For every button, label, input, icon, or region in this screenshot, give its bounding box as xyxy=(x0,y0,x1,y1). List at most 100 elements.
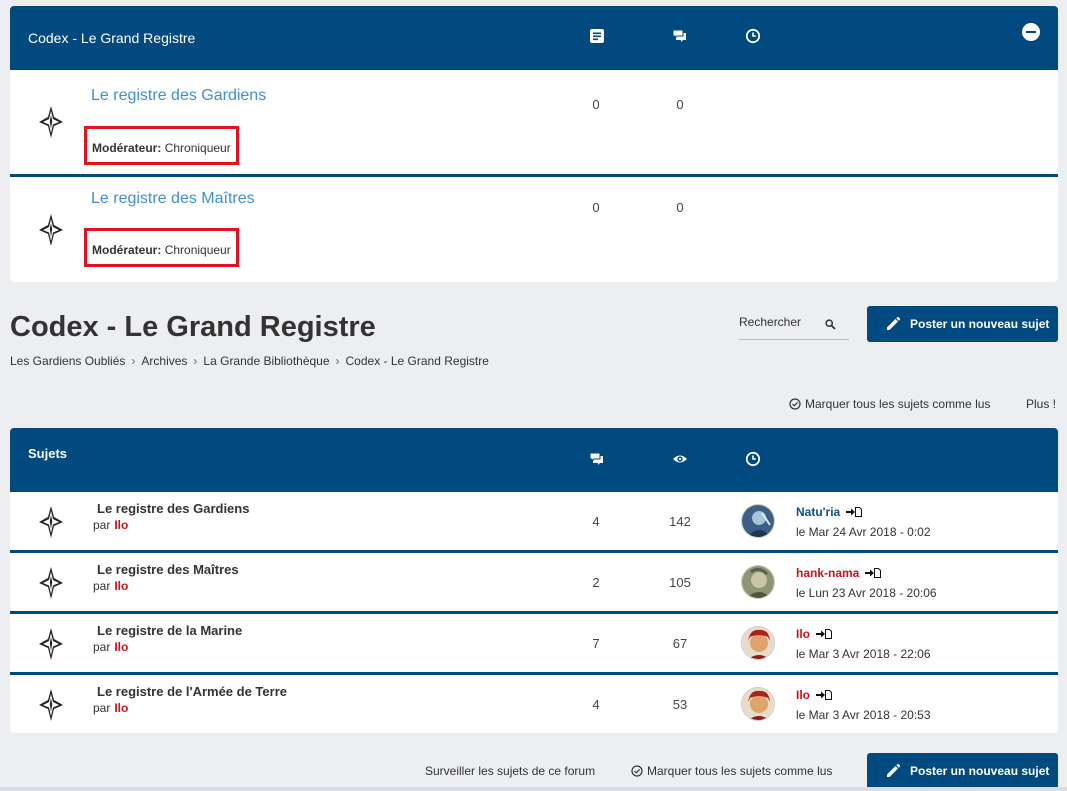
subforums-header: Codex - Le Grand Registre xyxy=(10,6,1058,70)
forum-row: Le registre des Gardiens Modérateur: Chr… xyxy=(10,70,1058,174)
forum-topics-count: 0 xyxy=(592,97,600,112)
footer-post-new-topic-button[interactable]: Poster un nouveau sujet xyxy=(867,753,1058,789)
topic-author-line: par Ilo xyxy=(93,701,128,715)
last-post-date: le Mar 3 Avr 2018 - 22:06 xyxy=(796,647,931,661)
forum-posts-count: 0 xyxy=(676,200,684,215)
more-link[interactable]: Plus ! xyxy=(1026,397,1056,411)
last-post-date: le Lun 23 Avr 2018 - 20:06 xyxy=(796,586,937,600)
last-post-date: le Mar 24 Avr 2018 - 0:02 xyxy=(796,525,931,539)
views-icon xyxy=(672,451,688,467)
avatar[interactable] xyxy=(741,626,775,660)
topic-title-link[interactable]: Le registre des Gardiens xyxy=(97,501,249,516)
search-box xyxy=(739,307,849,340)
topics-panel: Sujets Le registre des Gardiens par Ilo 4… xyxy=(10,428,1058,733)
topic-emblem-icon xyxy=(38,566,64,600)
topic-emblem-icon xyxy=(38,627,64,661)
replies-count: 4 xyxy=(592,697,600,712)
footer-mark-all-read-link[interactable]: Marquer tous les sujets comme lus xyxy=(631,764,832,780)
replies-count: 4 xyxy=(592,514,600,529)
go-to-last-post-icon[interactable] xyxy=(816,689,832,703)
search-input[interactable] xyxy=(739,315,819,329)
breadcrumb-item[interactable]: Codex - Le Grand Registre xyxy=(346,354,489,368)
post-new-topic-button[interactable]: Poster un nouveau sujet xyxy=(867,306,1058,342)
forum-posts-count: 0 xyxy=(676,97,684,112)
pencil-icon xyxy=(885,763,901,782)
chevron-right-icon: › xyxy=(131,354,136,368)
moderator-name[interactable]: Chroniqueur xyxy=(165,243,231,257)
topic-author-link[interactable]: Ilo xyxy=(114,640,128,654)
post-button-label: Poster un nouveau sujet xyxy=(910,317,1050,331)
watch-topics-link[interactable]: Surveiller les sujets de ce forum xyxy=(425,764,595,778)
chevron-right-icon: › xyxy=(335,354,340,368)
last-poster-link[interactable]: Natu'ria xyxy=(796,505,863,520)
pencil-icon xyxy=(885,316,901,335)
posts-icon xyxy=(672,28,688,44)
last-poster-name: Ilo xyxy=(796,627,810,641)
forum-row: Le registre des Maîtres Modérateur: Chro… xyxy=(10,174,1058,282)
replies-icon xyxy=(589,451,605,467)
moderator-label: Modérateur: xyxy=(92,243,162,257)
topic-author-link[interactable]: Ilo xyxy=(114,579,128,593)
last-poster-link[interactable]: hank-nama xyxy=(796,566,882,581)
moderator-label: Modérateur: xyxy=(92,141,162,155)
mark-all-read-link[interactable]: Marquer tous les sujets comme lus xyxy=(789,397,990,413)
go-to-last-post-icon[interactable] xyxy=(816,628,832,642)
forum-topics-count: 0 xyxy=(592,200,600,215)
check-circle-icon xyxy=(789,398,801,413)
subforums-panel-title: Codex - Le Grand Registre xyxy=(28,30,196,46)
by-label: par xyxy=(93,579,111,593)
topics-header: Sujets xyxy=(10,428,1058,492)
go-to-last-post-icon[interactable] xyxy=(846,506,863,520)
views-count: 67 xyxy=(672,636,688,651)
last-poster-name: hank-nama xyxy=(796,566,860,580)
topic-title-link[interactable]: Le registre de la Marine xyxy=(97,623,242,638)
last-poster-name: Natu'ria xyxy=(796,505,841,519)
breadcrumb-item[interactable]: Archives xyxy=(141,354,187,368)
post-button-label: Poster un nouveau sujet xyxy=(910,764,1050,778)
topics-icon xyxy=(589,28,605,44)
moderator-info: Modérateur: Chroniqueur xyxy=(84,126,239,165)
replies-count: 2 xyxy=(592,575,600,590)
topic-title-link[interactable]: Le registre de l'Armée de Terre xyxy=(97,684,287,699)
topic-author-link[interactable]: Ilo xyxy=(114,518,128,532)
topic-author-line: par Ilo xyxy=(93,579,128,593)
by-label: par xyxy=(93,640,111,654)
topic-emblem-icon xyxy=(38,688,64,722)
topic-emblem-icon xyxy=(38,505,64,539)
topic-title-link[interactable]: Le registre des Maîtres xyxy=(97,562,239,577)
avatar[interactable] xyxy=(741,504,775,538)
last-poster-link[interactable]: Ilo xyxy=(796,627,832,642)
topics-panel-title: Sujets xyxy=(28,446,68,461)
footer-mark-all-read-label: Marquer tous les sujets comme lus xyxy=(647,764,833,778)
clock-icon xyxy=(745,451,761,467)
topic-author-link[interactable]: Ilo xyxy=(114,701,128,715)
forum-emblem-icon xyxy=(38,105,64,139)
clock-icon xyxy=(745,28,761,44)
search-icon[interactable] xyxy=(825,317,836,335)
last-poster-name: Ilo xyxy=(796,688,810,702)
forum-emblem-icon xyxy=(38,213,64,247)
forum-title-link[interactable]: Le registre des Maîtres xyxy=(91,190,255,208)
topic-author-line: par Ilo xyxy=(93,518,128,532)
chevron-right-icon: › xyxy=(193,354,198,368)
topic-author-line: par Ilo xyxy=(93,640,128,654)
page-title: Codex - Le Grand Registre xyxy=(10,311,376,343)
page-bottom-edge xyxy=(0,787,1067,791)
go-to-last-post-icon[interactable] xyxy=(865,567,882,581)
forum-title-link[interactable]: Le registre des Gardiens xyxy=(91,87,266,105)
moderator-name[interactable]: Chroniqueur xyxy=(165,141,231,155)
subforums-panel: Codex - Le Grand Registre Le registre de… xyxy=(10,6,1058,282)
mark-all-read-label: Marquer tous les sujets comme lus xyxy=(805,397,991,411)
avatar[interactable] xyxy=(741,565,775,599)
last-poster-link[interactable]: Ilo xyxy=(796,688,832,703)
breadcrumb-item[interactable]: La Grande Bibliothèque xyxy=(203,354,329,368)
moderator-info: Modérateur: Chroniqueur xyxy=(84,228,239,267)
avatar[interactable] xyxy=(741,687,775,721)
check-circle-icon xyxy=(631,765,643,780)
by-label: par xyxy=(93,701,111,715)
breadcrumb-item[interactable]: Les Gardiens Oubliés xyxy=(10,354,125,368)
topic-row: Le registre de la Marine par Ilo 7 67 Ilo… xyxy=(10,611,1058,672)
views-count: 142 xyxy=(669,514,691,529)
topic-row: Le registre des Maîtres par Ilo 2 105 han… xyxy=(10,550,1058,611)
collapse-icon[interactable] xyxy=(1022,23,1040,41)
